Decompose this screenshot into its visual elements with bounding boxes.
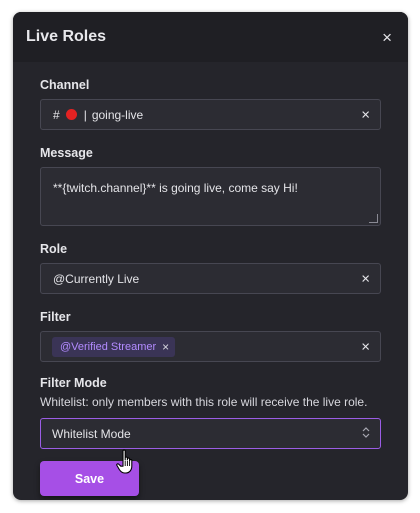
message-label: Message	[40, 146, 93, 160]
live-dot-icon	[65, 109, 77, 120]
modal-title: Live Roles	[26, 28, 107, 45]
clear-icon[interactable]: ×	[361, 270, 370, 287]
role-value: @Currently Live	[53, 271, 140, 286]
channel-label: Channel	[40, 78, 90, 92]
channel-hash: #	[53, 107, 60, 122]
role-select[interactable]: @Currently Live ×	[40, 263, 381, 294]
filter-mode-select[interactable]: Whitelist Mode	[40, 418, 381, 449]
clear-icon[interactable]: ×	[361, 338, 370, 355]
filter-select[interactable]: @Verified Streamer × ×	[40, 331, 381, 362]
message-textarea[interactable]: **{twitch.channel}** is going live, come…	[40, 167, 381, 226]
filter-tag-label: @Verified Streamer	[60, 340, 157, 353]
clear-icon[interactable]: ×	[361, 106, 370, 123]
live-roles-modal: Live Roles × Channel # | going-live × Me…	[13, 12, 408, 500]
select-chevron-icon	[362, 426, 370, 441]
message-value: **{twitch.channel}** is going live, come…	[53, 181, 298, 195]
role-label: Role	[40, 242, 68, 256]
channel-select[interactable]: # | going-live ×	[40, 99, 381, 130]
hand-pointer-icon	[116, 449, 133, 474]
modal-body: Channel # | going-live × Message **{twit…	[13, 78, 408, 496]
filter-mode-value: Whitelist Mode	[52, 426, 131, 441]
remove-tag-icon[interactable]: ×	[162, 340, 169, 354]
filter-mode-label: Filter Mode	[40, 376, 107, 390]
close-icon[interactable]: ×	[382, 29, 392, 46]
filter-mode-description: Whitelist: only members with this role w…	[40, 395, 368, 409]
channel-value: going-live	[91, 107, 144, 122]
modal-header: Live Roles ×	[13, 12, 408, 62]
filter-tag: @Verified Streamer ×	[52, 336, 176, 357]
filter-label: Filter	[40, 310, 71, 324]
resize-handle-icon[interactable]	[369, 214, 378, 223]
channel-divider: |	[83, 107, 87, 122]
